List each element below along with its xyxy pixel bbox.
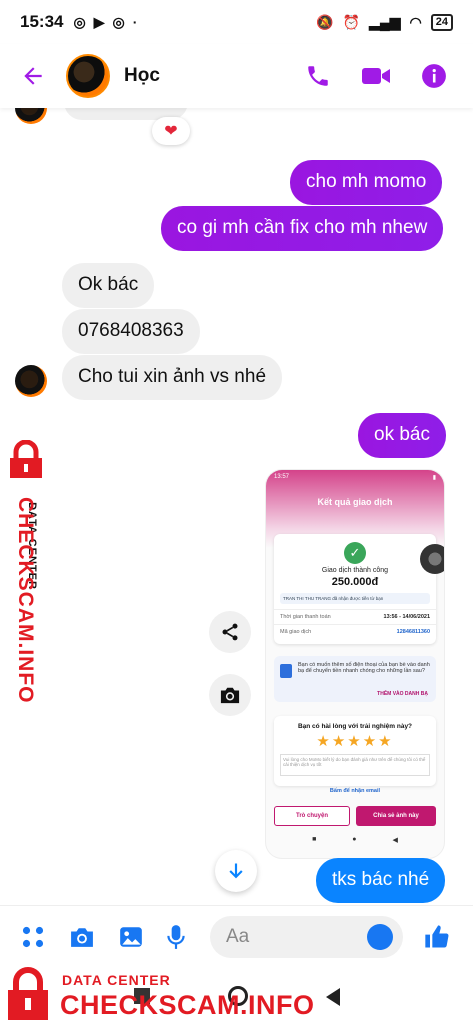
- camera-composer-button[interactable]: [68, 925, 96, 949]
- signal-icon: ▂▄▆: [369, 13, 401, 30]
- watermark-small-text: DATA CENTER: [62, 972, 171, 988]
- status-bar: 15:34 ◎ ▶ ◎ · 🔕 ⏰ ▂▄▆ ◠ 24: [0, 0, 473, 44]
- success-check-icon: ✓: [344, 542, 366, 564]
- youtube-icon: ▶: [93, 13, 105, 30]
- contact-name[interactable]: Học: [124, 65, 160, 87]
- microphone-icon: [167, 924, 185, 949]
- emoji-icon[interactable]: [367, 923, 393, 950]
- image-icon: [120, 926, 142, 947]
- like-button[interactable]: [423, 923, 451, 951]
- message-bubble-incoming[interactable]: Cho tui xin ảnh vs nhé: [62, 355, 283, 400]
- message-bubble-incoming[interactable]: Ok bác: [62, 263, 155, 308]
- chat-header: Học: [0, 44, 473, 108]
- grid-dots-icon: [22, 926, 44, 947]
- status-time: 15:34: [20, 12, 64, 31]
- message-input[interactable]: Aa: [210, 915, 403, 958]
- contact-avatar[interactable]: [66, 54, 110, 98]
- lock-icon: [8, 967, 48, 1020]
- gallery-button[interactable]: [118, 925, 144, 949]
- receipt-amount: 250.000đ: [331, 576, 379, 588]
- info-icon[interactable]: [421, 63, 447, 89]
- back-arrow-icon[interactable]: [20, 63, 46, 89]
- watermark-bottom: DATA CENTER CHECKSCAM.INFO: [4, 964, 314, 1024]
- phone-icon[interactable]: [305, 63, 331, 89]
- thumbs-up-icon: [425, 924, 449, 947]
- heart-reaction-icon[interactable]: ❤: [152, 117, 190, 145]
- mute-icon: 🔕: [316, 13, 334, 30]
- receipt-rating: Bạn có hài lòng với trải nghiệm này? ★★★…: [274, 716, 436, 786]
- messenger-icon: ◎: [73, 13, 86, 30]
- share-button[interactable]: [209, 611, 251, 653]
- share-icon: [222, 623, 238, 641]
- message-bubble-incoming[interactable]: 0768408363: [62, 309, 200, 354]
- receipt-title: Kết quả giao dịch: [317, 497, 393, 507]
- alarm-icon: ⏰: [342, 13, 361, 30]
- shared-image-momo-receipt[interactable]: 13:57 ▮ Kết quả giao dịch ✓ Giao dịch thà…: [266, 470, 444, 858]
- receipt-card: ✓ Giao dịch thành công 250.000đ TRAN THI…: [274, 534, 436, 644]
- menu-dots-button[interactable]: [20, 924, 46, 950]
- composer-bar: Aa: [0, 905, 473, 967]
- lock-icon: [10, 440, 42, 478]
- message-bubble-outgoing[interactable]: ok bác: [358, 413, 446, 458]
- receipt-promo: Bạn có muốn thêm số điện thoại của bạn b…: [274, 656, 436, 702]
- dot-icon: ·: [132, 14, 138, 30]
- back-button[interactable]: [326, 988, 340, 1006]
- watermark-big-text: CHECKSCAM.INFO: [60, 990, 315, 1020]
- camera-button[interactable]: [209, 674, 251, 716]
- watermark-side: DATA CENTER CHECKSCAM.INFO: [0, 440, 52, 704]
- arrow-down-icon: [229, 863, 243, 879]
- battery-icon: 24: [430, 13, 453, 31]
- messenger-icon-2: ◎: [112, 13, 125, 30]
- wifi-icon: ◠: [409, 13, 422, 30]
- receipt-avatar: [420, 544, 444, 574]
- phone-book-icon: [280, 664, 292, 678]
- message-bubble-outgoing[interactable]: tks bác nhé: [316, 858, 446, 903]
- voice-button[interactable]: [166, 924, 186, 950]
- watermark-big-text: CHECKSCAM.INFO: [14, 497, 37, 704]
- message-bubble-outgoing[interactable]: co gi mh cần fix cho mh nhew: [161, 206, 444, 251]
- camera-icon: [220, 687, 240, 704]
- message-bubble-outgoing[interactable]: cho mh momo: [290, 160, 443, 205]
- scroll-to-bottom-button[interactable]: [215, 850, 257, 892]
- video-call-icon[interactable]: [361, 64, 391, 88]
- contact-avatar-small[interactable]: [15, 365, 47, 397]
- rating-stars: ★★★★★: [316, 733, 394, 750]
- camera-icon: [71, 927, 93, 947]
